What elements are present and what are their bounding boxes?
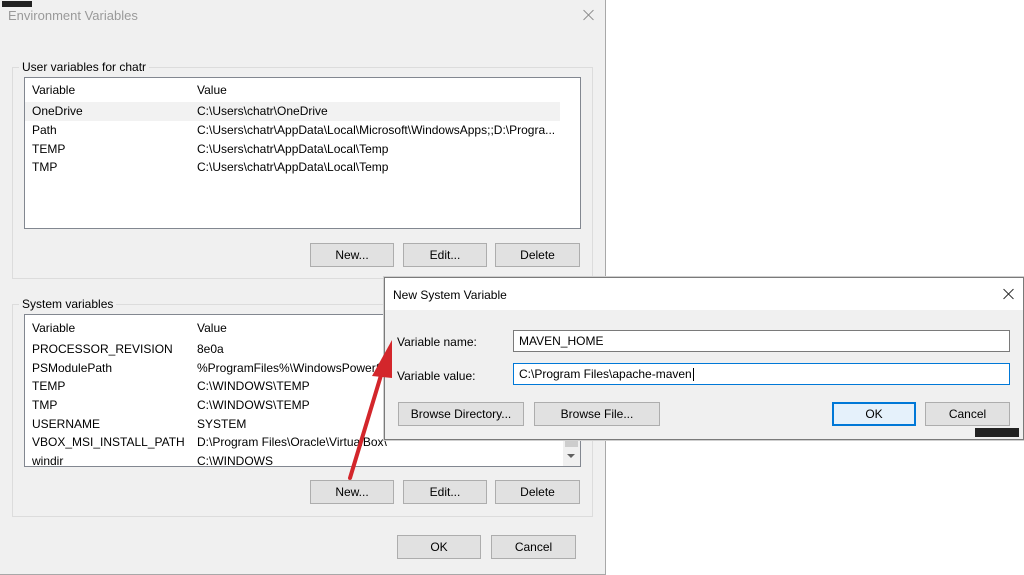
red-arrow-shaft (348, 370, 384, 480)
red-arrow-head (372, 340, 392, 378)
annotation-arrow (348, 340, 392, 480)
